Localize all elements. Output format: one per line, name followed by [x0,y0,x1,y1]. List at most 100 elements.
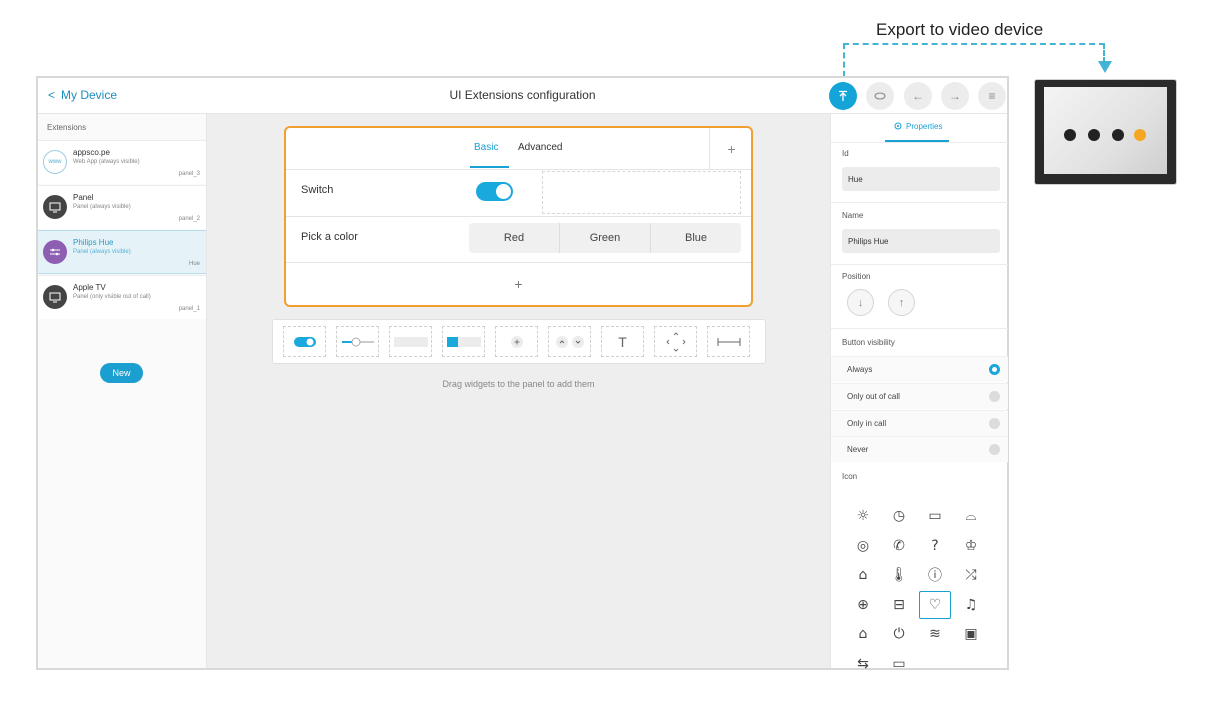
move-up-button[interactable]: ↑ [888,289,915,316]
spacer-icon [717,337,740,346]
shuffle-icon[interactable]: ⤮ [955,561,987,589]
extension-name: Philips Hue [73,238,114,247]
phone-icon[interactable]: ✆ [883,532,915,560]
visibility-option-never[interactable]: Never [831,436,1008,462]
camera-icon[interactable]: ▭ [919,502,951,530]
divider [831,202,1008,203]
radio-selected[interactable] [989,364,1000,375]
sliders-icon[interactable]: ⇆ [847,650,879,678]
video-device-preview [1034,79,1177,185]
device-hue-button-icon [1134,129,1146,141]
toggle-widget[interactable] [283,326,326,357]
lamp-icon[interactable]: ⌓ [955,502,987,530]
widget-row-color[interactable]: Pick a color Red Green Blue [286,216,751,262]
plus-circle-icon [510,335,523,348]
extension-item-apple-tv[interactable]: Apple TV Panel (only visible out of call… [38,275,206,319]
globe-icon[interactable]: ⊕ [847,591,879,619]
add-page-button[interactable]: + [709,128,753,169]
extension-name: Apple TV [73,283,106,292]
visibility-option-label: Always [847,365,873,374]
help-icon[interactable]: ? [919,532,951,560]
home-icon[interactable]: ⌂ [847,561,879,589]
visibility-option-label: Only out of call [847,392,900,401]
extension-item-panel[interactable]: Panel Panel (always visible) panel_2 [38,185,206,229]
color-option-blue[interactable]: Blue [651,223,741,253]
lightbulb-icon[interactable]: ♡ [919,590,951,619]
radio[interactable] [989,391,1000,402]
directional-pad-widget[interactable] [654,326,697,357]
row-label: Switch [301,184,334,196]
visibility-option-label: Never [847,445,869,454]
spinner-widget[interactable] [495,326,538,357]
power-icon[interactable]: ⏻ [883,620,915,648]
concierge-icon[interactable]: ♔ [955,532,987,560]
top-bar: < My Device UI Extensions configuration … [38,78,1007,114]
empty-widget-slot[interactable] [542,171,741,214]
color-option-red[interactable]: Red [469,223,560,253]
group-button-icon [446,336,481,347]
radio[interactable] [989,418,1000,429]
redo-button[interactable]: → [941,82,969,110]
extension-item-appscope[interactable]: www appsco.pe Web App (always visible) p… [38,140,206,184]
brightness-icon[interactable]: ☼ [847,502,879,530]
music-icon[interactable]: ♫ [955,591,987,619]
color-group-button: Red Green Blue [469,223,741,253]
extension-item-philips-hue[interactable]: Philips Hue Panel (always visible) Hue [38,230,206,274]
directional-pad-icon [665,331,686,352]
slider-icon [341,337,374,346]
divider [831,328,1008,329]
slider-widget[interactable] [336,326,379,357]
text-widget[interactable]: T [601,326,644,357]
redo-icon: → [949,89,961,103]
button-widget[interactable] [389,326,432,357]
export-connector-line [843,43,845,77]
widget-row-switch[interactable]: Switch [286,169,751,216]
id-field[interactable]: Hue [842,167,1000,191]
tab-properties[interactable]: Properties [893,121,942,131]
active-tab-indicator [470,166,509,168]
wifi-icon[interactable]: ≋ [919,620,951,648]
switch-toggle[interactable] [476,182,513,201]
updown-widget[interactable] [548,326,591,357]
extension-id-tag: panel_3 [178,171,200,177]
device-button-icon [1064,129,1076,141]
preview-button[interactable] [866,82,894,110]
laptop-icon[interactable]: ⊟ [883,591,915,619]
microphone-icon[interactable]: ⌂ [847,620,879,648]
id-label: Id [842,149,849,158]
button-icon [393,336,428,347]
visibility-option-in-call[interactable]: Only in call [831,410,1008,436]
undo-button[interactable]: ← [904,82,932,110]
export-arrow-icon [1098,61,1112,73]
info-icon[interactable]: ⓘ [919,561,951,589]
visibility-option-out-of-call[interactable]: Only out of call [831,383,1008,409]
clock-icon[interactable]: ◷ [883,502,915,530]
properties-panel: Properties Id Hue Name Philips Hue Posit… [830,114,1008,672]
tab-basic[interactable]: Basic [474,142,498,153]
monitor-icon[interactable]: ▭ [883,650,915,678]
thermometer-icon[interactable]: 🌡 [883,561,915,589]
tv-box-icon[interactable]: ▣ [955,620,987,648]
menu-button[interactable]: ≡ [978,82,1006,110]
preview-icon [874,92,886,100]
spacer-widget[interactable] [707,326,750,357]
add-row-button[interactable]: + [286,262,751,305]
divider [831,142,1008,143]
visibility-option-always[interactable]: Always [831,356,1008,382]
panel-canvas: Basic Advanced + Switch Pick a color Red… [207,114,830,668]
export-annotation-label: Export to video device [876,20,1044,39]
export-button[interactable] [829,82,857,110]
color-option-green[interactable]: Green [560,223,651,253]
extension-name: Panel [73,193,94,202]
radio[interactable] [989,444,1000,455]
disc-icon[interactable]: ◎ [847,532,879,560]
menu-icon: ≡ [988,89,996,103]
move-down-button[interactable]: ↓ [847,289,874,316]
tab-advanced[interactable]: Advanced [518,142,562,153]
panel-editor: Basic Advanced + Switch Pick a color Red… [284,126,753,307]
group-button-widget[interactable] [442,326,485,357]
name-field[interactable]: Philips Hue [842,229,1000,253]
name-label: Name [842,211,864,220]
new-extension-button[interactable]: New [100,363,143,383]
extensions-header: Extensions [47,123,87,132]
